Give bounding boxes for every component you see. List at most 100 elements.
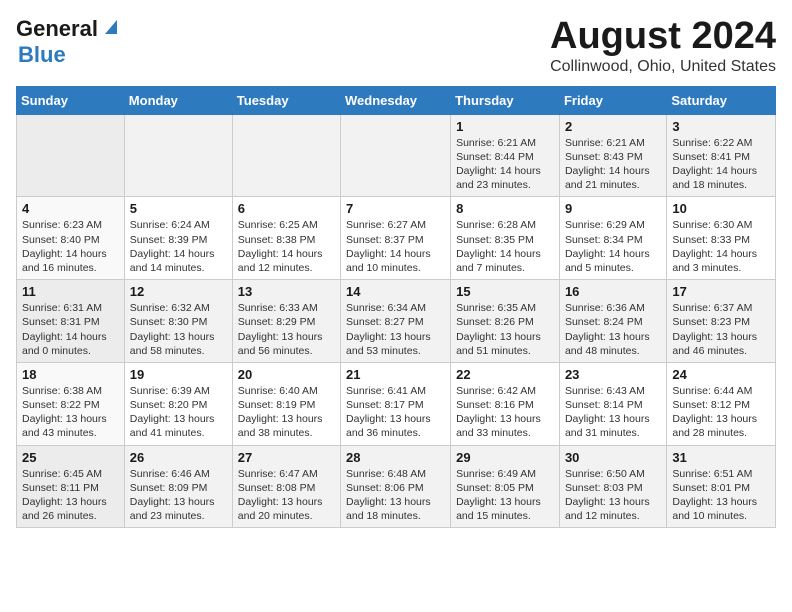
calendar-cell [17,114,125,197]
day-number: 7 [346,201,445,216]
day-number: 27 [238,450,335,465]
day-info: Sunrise: 6:43 AM Sunset: 8:14 PM Dayligh… [565,384,661,441]
day-info: Sunrise: 6:21 AM Sunset: 8:44 PM Dayligh… [456,136,554,193]
calendar-cell: 22Sunrise: 6:42 AM Sunset: 8:16 PM Dayli… [451,362,560,445]
day-number: 29 [456,450,554,465]
calendar-title: August 2024 [550,16,776,58]
day-number: 21 [346,367,445,382]
day-info: Sunrise: 6:33 AM Sunset: 8:29 PM Dayligh… [238,301,335,358]
calendar-cell: 26 Sunrise: 6:46 AM Sunset: 8:09 PM Dayli… [124,445,232,528]
day-number: 8 [456,201,554,216]
calendar-cell: 25 Sunrise: 6:45 AM Sunset: 8:11 PM Dayli… [17,445,125,528]
header-sunday: Sunday [17,86,125,114]
day-info: Sunrise: 6:46 AM Sunset: 8:09 PM Dayligh… [130,467,227,524]
calendar-cell: 31 Sunrise: 6:51 AM Sunset: 8:01 PM Dayli… [667,445,776,528]
calendar-cell: 4 Sunrise: 6:23 AM Sunset: 8:40 PM Daylig… [17,197,125,280]
week-row-5: 25 Sunrise: 6:45 AM Sunset: 8:11 PM Dayli… [17,445,776,528]
title-section: August 2024 Collinwood, Ohio, United Sta… [550,16,776,76]
day-info: Sunrise: 6:31 AM Sunset: 8:31 PM Dayligh… [22,301,119,358]
calendar-cell: 8 Sunrise: 6:28 AM Sunset: 8:35 PM Daylig… [451,197,560,280]
day-number: 26 [130,450,227,465]
page-header: General Blue August 2024 Collinwood, Ohi… [16,16,776,76]
day-number: 2 [565,119,661,134]
day-info: Sunrise: 6:22 AM Sunset: 8:41 PM Dayligh… [672,136,770,193]
day-number: 6 [238,201,335,216]
calendar-cell: 12 Sunrise: 6:32 AM Sunset: 8:30 PM Dayli… [124,280,232,363]
day-info: Sunrise: 6:38 AM Sunset: 8:22 PM Dayligh… [22,384,119,441]
day-number: 22 [456,367,554,382]
calendar-cell: 1 Sunrise: 6:21 AM Sunset: 8:44 PM Daylig… [451,114,560,197]
day-number: 30 [565,450,661,465]
day-number: 15 [456,284,554,299]
calendar-cell: 5 Sunrise: 6:24 AM Sunset: 8:39 PM Daylig… [124,197,232,280]
day-number: 17 [672,284,770,299]
header-row: SundayMondayTuesdayWednesdayThursdayFrid… [17,86,776,114]
calendar-cell: 23 Sunrise: 6:43 AM Sunset: 8:14 PM Dayli… [559,362,666,445]
calendar-cell [232,114,340,197]
day-info: Sunrise: 6:32 AM Sunset: 8:30 PM Dayligh… [130,301,227,358]
calendar-cell: 27 Sunrise: 6:47 AM Sunset: 8:08 PM Dayli… [232,445,340,528]
week-row-2: 4 Sunrise: 6:23 AM Sunset: 8:40 PM Daylig… [17,197,776,280]
day-info: Sunrise: 6:44 AM Sunset: 8:12 PM Dayligh… [672,384,770,441]
day-info: Sunrise: 6:51 AM Sunset: 8:01 PM Dayligh… [672,467,770,524]
calendar-cell: 30Sunrise: 6:50 AM Sunset: 8:03 PM Dayli… [559,445,666,528]
day-number: 31 [672,450,770,465]
header-friday: Friday [559,86,666,114]
day-info: Sunrise: 6:39 AM Sunset: 8:20 PM Dayligh… [130,384,227,441]
header-wednesday: Wednesday [341,86,451,114]
day-number: 3 [672,119,770,134]
day-info: Sunrise: 6:36 AM Sunset: 8:24 PM Dayligh… [565,301,661,358]
day-info: Sunrise: 6:40 AM Sunset: 8:19 PM Dayligh… [238,384,335,441]
week-row-4: 18 Sunrise: 6:38 AM Sunset: 8:22 PM Dayli… [17,362,776,445]
header-monday: Monday [124,86,232,114]
calendar-cell: 14 Sunrise: 6:34 AM Sunset: 8:27 PM Dayli… [341,280,451,363]
logo-text-general: General [16,16,98,42]
day-info: Sunrise: 6:45 AM Sunset: 8:11 PM Dayligh… [22,467,119,524]
calendar-cell: 7 Sunrise: 6:27 AM Sunset: 8:37 PM Daylig… [341,197,451,280]
day-info: Sunrise: 6:37 AM Sunset: 8:23 PM Dayligh… [672,301,770,358]
day-number: 25 [22,450,119,465]
calendar-cell: 13 Sunrise: 6:33 AM Sunset: 8:29 PM Dayli… [232,280,340,363]
day-info: Sunrise: 6:49 AM Sunset: 8:05 PM Dayligh… [456,467,554,524]
week-row-3: 11 Sunrise: 6:31 AM Sunset: 8:31 PM Dayli… [17,280,776,363]
day-info: Sunrise: 6:23 AM Sunset: 8:40 PM Dayligh… [22,218,119,275]
header-saturday: Saturday [667,86,776,114]
day-number: 5 [130,201,227,216]
day-number: 14 [346,284,445,299]
calendar-cell: 6Sunrise: 6:25 AM Sunset: 8:38 PM Daylig… [232,197,340,280]
calendar-cell [341,114,451,197]
calendar-cell: 20Sunrise: 6:40 AM Sunset: 8:19 PM Dayli… [232,362,340,445]
calendar-cell: 19 Sunrise: 6:39 AM Sunset: 8:20 PM Dayli… [124,362,232,445]
day-number: 12 [130,284,227,299]
day-number: 18 [22,367,119,382]
day-info: Sunrise: 6:27 AM Sunset: 8:37 PM Dayligh… [346,218,445,275]
calendar-cell: 9Sunrise: 6:29 AM Sunset: 8:34 PM Daylig… [559,197,666,280]
calendar-cell: 24Sunrise: 6:44 AM Sunset: 8:12 PM Dayli… [667,362,776,445]
day-number: 1 [456,119,554,134]
calendar-table: SundayMondayTuesdayWednesdayThursdayFrid… [16,86,776,528]
day-number: 19 [130,367,227,382]
calendar-cell: 29 Sunrise: 6:49 AM Sunset: 8:05 PM Dayli… [451,445,560,528]
day-number: 16 [565,284,661,299]
day-number: 4 [22,201,119,216]
day-number: 23 [565,367,661,382]
day-info: Sunrise: 6:34 AM Sunset: 8:27 PM Dayligh… [346,301,445,358]
day-info: Sunrise: 6:30 AM Sunset: 8:33 PM Dayligh… [672,218,770,275]
logo-text-blue: Blue [18,42,66,67]
day-number: 13 [238,284,335,299]
day-info: Sunrise: 6:24 AM Sunset: 8:39 PM Dayligh… [130,218,227,275]
calendar-cell: 11 Sunrise: 6:31 AM Sunset: 8:31 PM Dayli… [17,280,125,363]
day-info: Sunrise: 6:47 AM Sunset: 8:08 PM Dayligh… [238,467,335,524]
day-info: Sunrise: 6:21 AM Sunset: 8:43 PM Dayligh… [565,136,661,193]
calendar-cell: 2 Sunrise: 6:21 AM Sunset: 8:43 PM Daylig… [559,114,666,197]
day-number: 11 [22,284,119,299]
logo-icon [99,16,121,38]
calendar-cell: 16 Sunrise: 6:36 AM Sunset: 8:24 PM Dayli… [559,280,666,363]
day-info: Sunrise: 6:41 AM Sunset: 8:17 PM Dayligh… [346,384,445,441]
day-number: 28 [346,450,445,465]
calendar-cell: 21 Sunrise: 6:41 AM Sunset: 8:17 PM Dayli… [341,362,451,445]
day-info: Sunrise: 6:28 AM Sunset: 8:35 PM Dayligh… [456,218,554,275]
day-number: 10 [672,201,770,216]
calendar-subtitle: Collinwood, Ohio, United States [550,58,776,76]
calendar-cell: 17 Sunrise: 6:37 AM Sunset: 8:23 PM Dayli… [667,280,776,363]
